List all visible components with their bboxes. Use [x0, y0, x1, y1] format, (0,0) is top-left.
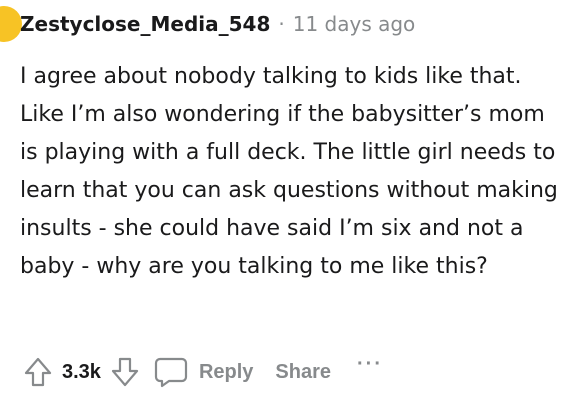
avatar[interactable] — [0, 6, 22, 42]
vote-count: 3.3k — [62, 360, 101, 383]
speech-bubble-icon — [154, 357, 188, 388]
comment-header: Zestyclose_Media_548 · 11 days ago — [20, 10, 415, 38]
comment-body: I agree about nobody talking to kids lik… — [20, 58, 560, 286]
header-separator: · — [278, 12, 285, 36]
username[interactable]: Zestyclose_Media_548 — [20, 12, 270, 36]
comment-actions: 3.3k Reply Share ··· — [20, 350, 383, 394]
upvote-arrow-icon — [24, 357, 52, 387]
share-button[interactable]: Share — [275, 361, 331, 384]
timestamp[interactable]: 11 days ago — [293, 12, 416, 36]
reply-label: Reply — [198, 360, 254, 383]
downvote-arrow-icon — [111, 357, 139, 387]
ellipsis-icon[interactable]: ··· — [357, 353, 383, 376]
downvote-button[interactable] — [107, 352, 143, 392]
comment-text: I agree about nobody talking to kids lik… — [20, 64, 558, 279]
reply-button[interactable]: Reply — [153, 355, 253, 389]
upvote-button[interactable] — [20, 352, 56, 392]
